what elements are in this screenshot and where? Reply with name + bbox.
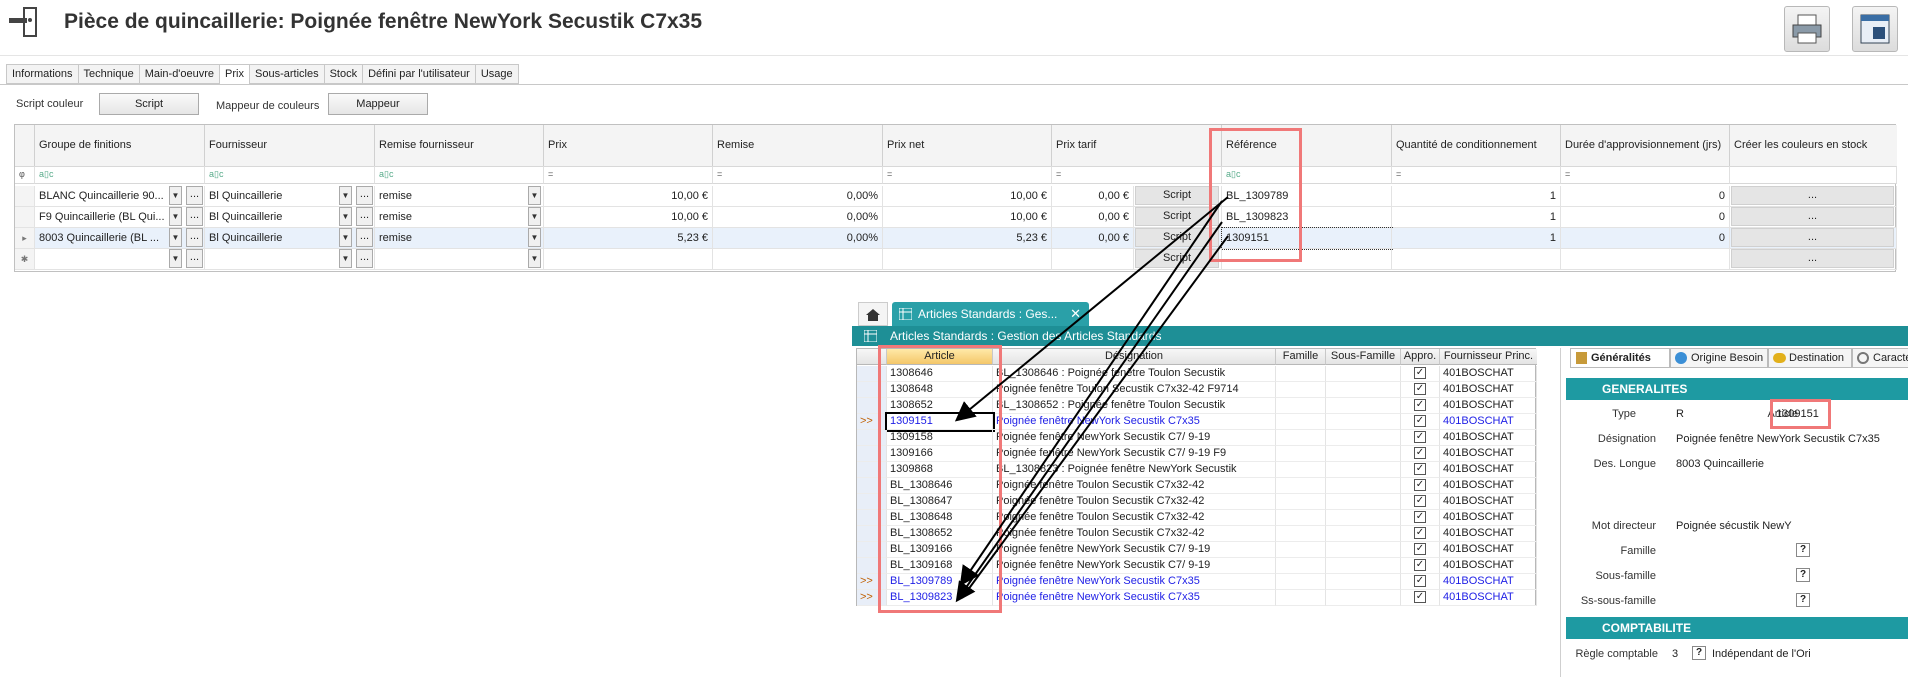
arrow-1309151 — [954, 196, 1229, 422]
arrow-bl1309789 — [959, 200, 1223, 587]
arrow-tail — [961, 235, 1229, 599]
annotation-arrows — [954, 196, 1229, 603]
arrow-bl1309823 — [955, 221, 1223, 603]
